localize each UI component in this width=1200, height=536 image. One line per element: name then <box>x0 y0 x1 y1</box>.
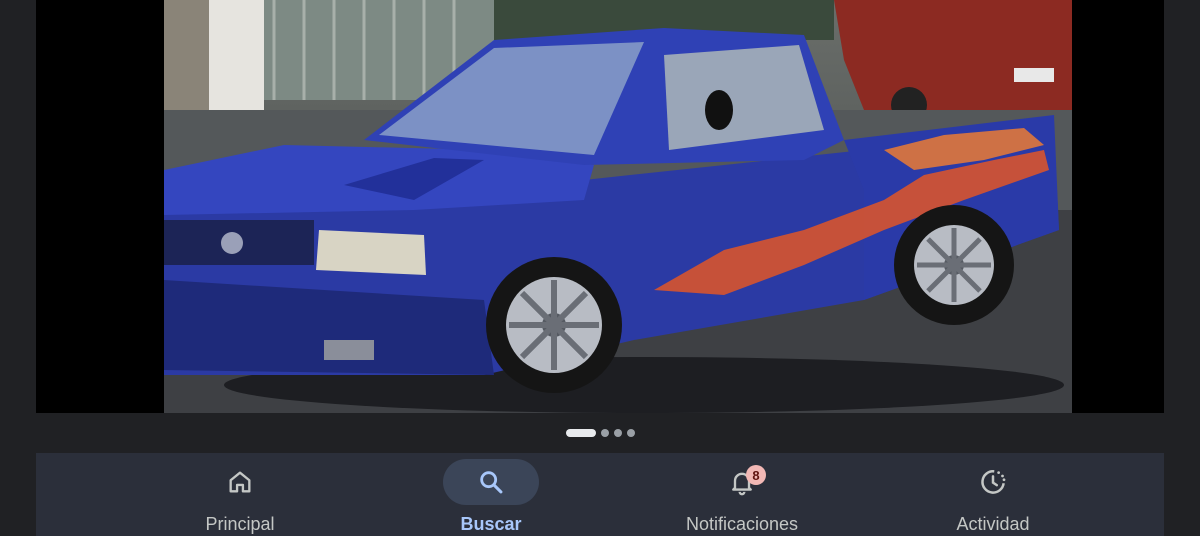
carousel-dot-active[interactable] <box>565 429 596 437</box>
car-illustration <box>164 0 1072 413</box>
home-icon <box>229 471 251 493</box>
carousel-dot[interactable] <box>600 429 609 437</box>
nav-item-buscar[interactable]: Buscar <box>391 453 591 536</box>
search-icon <box>480 471 503 494</box>
nav-item-actividad[interactable]: Actividad <box>893 453 1093 536</box>
carousel-dot[interactable] <box>626 429 635 437</box>
nav-pill: 8 <box>694 459 790 505</box>
car-photo[interactable] <box>164 0 1072 413</box>
image-viewer[interactable] <box>36 0 1164 413</box>
nav-label: Principal <box>205 514 275 534</box>
bottom-navigation: Principal Buscar 8 Notificaciones Activi… <box>36 453 1164 536</box>
nav-pill <box>192 459 288 505</box>
nav-label: Actividad <box>956 514 1030 534</box>
nav-item-notificaciones[interactable]: 8 Notificaciones <box>642 453 842 536</box>
notification-badge: 8 <box>746 465 766 485</box>
nav-label: Buscar <box>460 514 522 534</box>
carousel-indicator <box>0 428 1200 438</box>
nav-pill <box>945 459 1041 505</box>
nav-pill-active <box>443 459 539 505</box>
nav-item-principal[interactable]: Principal <box>140 453 340 536</box>
nav-label: Notificaciones <box>685 514 799 534</box>
carousel-dot[interactable] <box>613 429 622 437</box>
activity-icon <box>981 470 1006 494</box>
